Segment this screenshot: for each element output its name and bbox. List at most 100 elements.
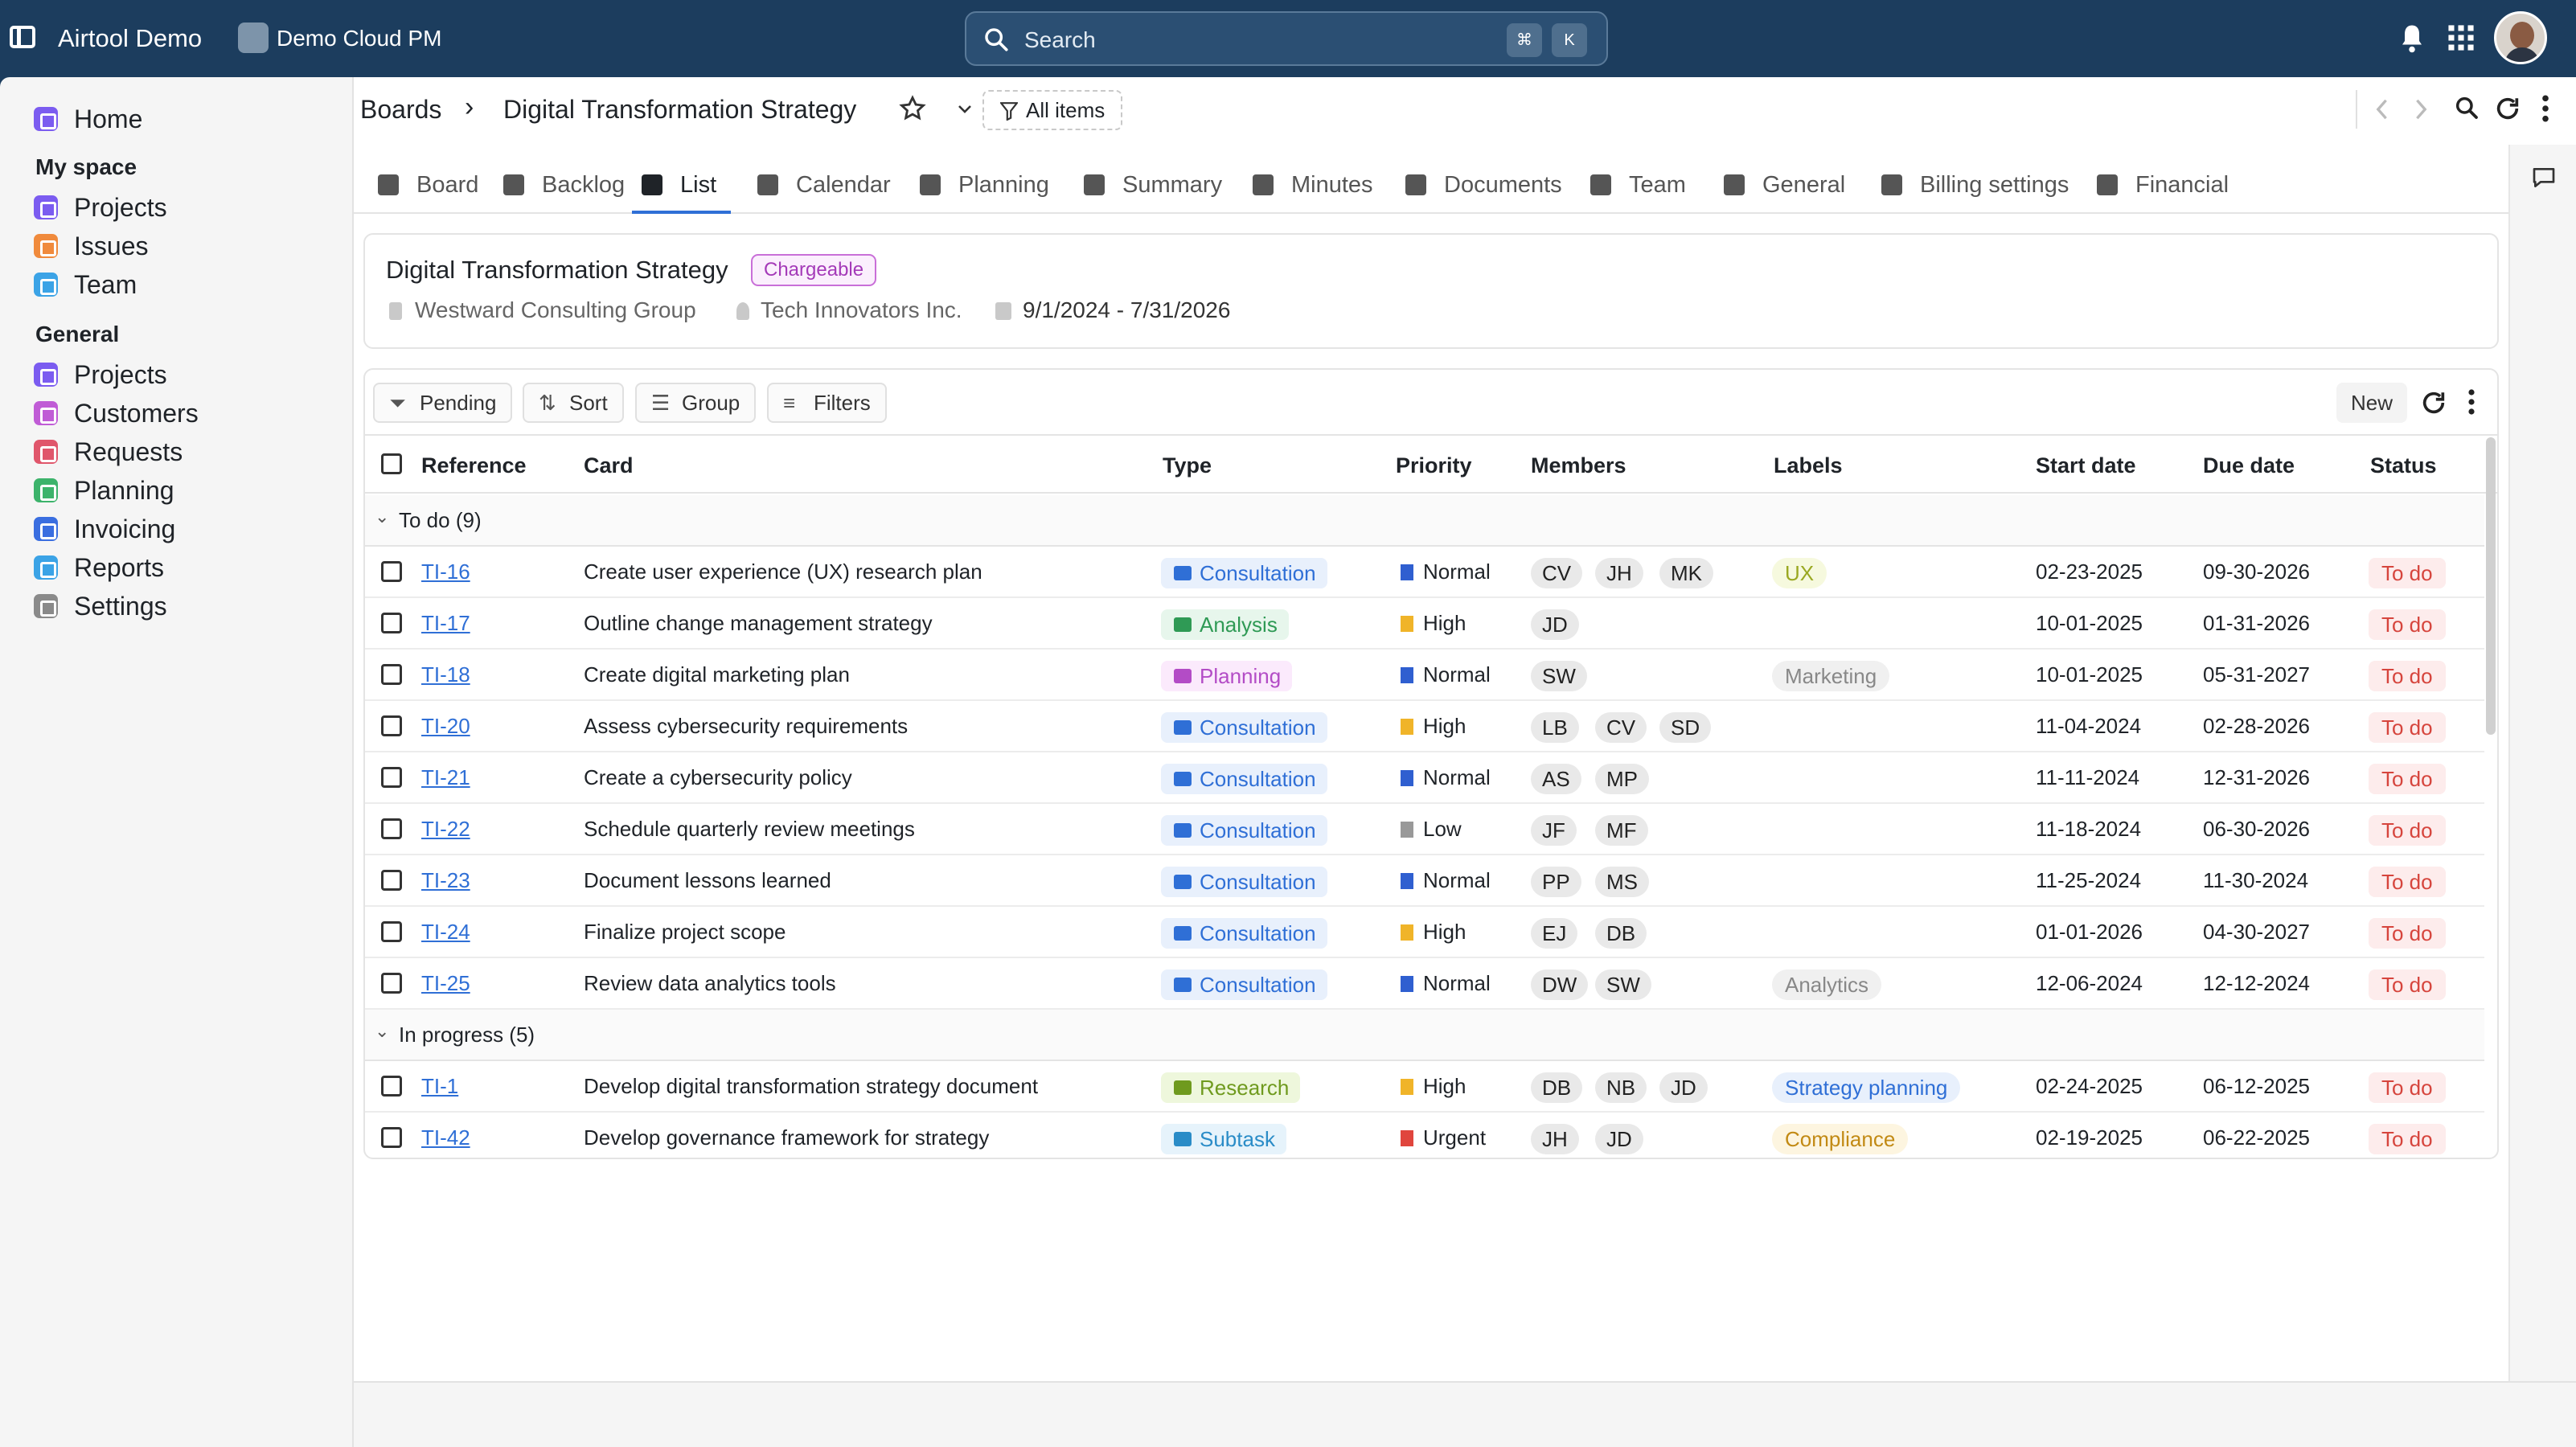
column-header-due-date[interactable]: Due date	[2203, 453, 2295, 478]
sidebar-item-home[interactable]: Home	[34, 101, 142, 137]
status-badge[interactable]: To do	[2369, 558, 2446, 588]
column-header-status[interactable]: Status	[2370, 453, 2437, 478]
member-avatar[interactable]: MS	[1595, 867, 1649, 897]
chevron-down-icon[interactable]	[954, 100, 976, 119]
bell-icon[interactable]	[2398, 23, 2426, 55]
tab-summary[interactable]: Summary	[1084, 169, 1222, 201]
row-checkbox[interactable]	[381, 818, 402, 839]
sidebar-item-general-customers[interactable]: Customers	[34, 396, 199, 431]
table-row[interactable]: TI-21 Create a cybersecurity policy Consul…	[365, 752, 2484, 804]
member-avatar[interactable]: JH	[1531, 1124, 1579, 1154]
card-title[interactable]: Assess cybersecurity requirements	[584, 714, 908, 739]
status-badge[interactable]: To do	[2369, 918, 2446, 949]
tab-planning[interactable]: Planning	[920, 169, 1049, 201]
sidebar-item-myspace-issues[interactable]: Issues	[34, 228, 148, 264]
breadcrumb-boards[interactable]: Boards	[360, 95, 441, 125]
group-header[interactable]: ⌄ To do (9)	[365, 495, 2484, 547]
card-title[interactable]: Create user experience (UX) research pla…	[584, 560, 982, 584]
member-avatar[interactable]: JF	[1531, 815, 1577, 846]
row-checkbox[interactable]	[381, 973, 402, 994]
status-badge[interactable]: To do	[2369, 867, 2446, 897]
row-checkbox[interactable]	[381, 561, 402, 582]
group-header[interactable]: ⌄ In progress (5)	[365, 1010, 2484, 1061]
chevron-right-icon[interactable]	[2412, 98, 2431, 121]
contact-name[interactable]: Tech Innovators Inc.	[761, 297, 962, 323]
client-name[interactable]: Westward Consulting Group	[415, 297, 696, 323]
apps-grid-icon[interactable]	[2447, 24, 2475, 51]
scrollbar[interactable]	[2486, 437, 2496, 735]
card-reference-link[interactable]: TI-25	[421, 971, 470, 996]
sidebar-item-general-projects[interactable]: Projects	[34, 357, 167, 392]
refresh-icon[interactable]	[2420, 389, 2447, 416]
sidebar-item-myspace-team[interactable]: Team	[34, 267, 137, 302]
user-avatar[interactable]	[2494, 11, 2547, 64]
card-title[interactable]: Create a cybersecurity policy	[584, 765, 852, 790]
sidebar-item-general-settings[interactable]: Settings	[34, 588, 167, 624]
comment-icon[interactable]	[2531, 166, 2557, 190]
member-avatar[interactable]: JD	[1595, 1124, 1643, 1154]
member-avatar[interactable]: SW	[1595, 969, 1651, 1000]
column-header-card[interactable]: Card	[584, 453, 634, 478]
sidebar-item-general-requests[interactable]: Requests	[34, 434, 183, 469]
column-header-type[interactable]: Type	[1163, 453, 1212, 478]
card-title[interactable]: Create digital marketing plan	[584, 662, 850, 687]
refresh-icon[interactable]	[2494, 95, 2521, 122]
card-title[interactable]: Outline change management strategy	[584, 611, 933, 636]
table-row[interactable]: TI-25 Review data analytics tools Consulta…	[365, 958, 2484, 1010]
member-avatar[interactable]: DB	[1531, 1072, 1583, 1103]
card-reference-link[interactable]: TI-23	[421, 868, 470, 893]
tab-board[interactable]: Board	[378, 169, 478, 201]
member-avatar[interactable]: PP	[1531, 867, 1581, 897]
member-avatar[interactable]: DB	[1595, 918, 1647, 949]
card-reference-link[interactable]: TI-42	[421, 1125, 470, 1150]
member-avatar[interactable]: AS	[1531, 764, 1581, 794]
table-row[interactable]: TI-20 Assess cybersecurity requirements Co…	[365, 701, 2484, 752]
column-header-members[interactable]: Members	[1531, 453, 1626, 478]
column-header-labels[interactable]: Labels	[1774, 453, 1843, 478]
member-avatar[interactable]: SD	[1659, 712, 1712, 743]
member-avatar[interactable]: LB	[1531, 712, 1579, 743]
tab-documents[interactable]: Documents	[1405, 169, 1562, 201]
tab-list[interactable]: List	[631, 169, 732, 214]
tab-minutes[interactable]: Minutes	[1253, 169, 1373, 201]
row-checkbox[interactable]	[381, 664, 402, 685]
card-title[interactable]: Review data analytics tools	[584, 971, 836, 996]
sidebar-item-general-planning[interactable]: Planning	[34, 473, 174, 508]
card-reference-link[interactable]: TI-17	[421, 611, 470, 636]
table-row[interactable]: TI-1 Develop digital transformation strat…	[365, 1061, 2484, 1113]
star-icon[interactable]	[899, 95, 926, 122]
status-badge[interactable]: To do	[2369, 969, 2446, 1000]
member-avatar[interactable]: EJ	[1531, 918, 1578, 949]
status-badge[interactable]: To do	[2369, 1124, 2446, 1154]
card-reference-link[interactable]: TI-18	[421, 662, 470, 687]
member-avatar[interactable]: DW	[1531, 969, 1589, 1000]
card-reference-link[interactable]: TI-24	[421, 920, 470, 945]
search-icon[interactable]	[2454, 95, 2480, 121]
row-checkbox[interactable]	[381, 921, 402, 942]
filters-button[interactable]: ≡ Filters	[767, 383, 887, 423]
card-title[interactable]: Develop governance framework for strateg…	[584, 1125, 989, 1150]
tab-billing-settings[interactable]: Billing settings	[1881, 169, 2069, 201]
card-reference-link[interactable]: TI-1	[421, 1074, 458, 1099]
member-avatar[interactable]: MP	[1595, 764, 1649, 794]
card-title[interactable]: Document lessons learned	[584, 868, 831, 893]
chevron-left-icon[interactable]	[2372, 98, 2391, 121]
status-badge[interactable]: To do	[2369, 609, 2446, 640]
tab-calendar[interactable]: Calendar	[757, 169, 891, 201]
member-avatar[interactable]: CV	[1531, 558, 1583, 588]
row-checkbox[interactable]	[381, 1127, 402, 1148]
search-input[interactable]: Search ⌘ K	[965, 11, 1608, 66]
card-reference-link[interactable]: TI-20	[421, 714, 470, 739]
member-avatar[interactable]: MF	[1595, 815, 1648, 846]
table-row[interactable]: TI-42 Develop governance framework for st…	[365, 1113, 2484, 1158]
member-avatar[interactable]: JH	[1595, 558, 1643, 588]
card-title[interactable]: Finalize project scope	[584, 920, 786, 945]
sort-button[interactable]: ⇅ Sort	[523, 383, 624, 423]
table-row[interactable]: TI-22 Schedule quarterly review meetings C…	[365, 804, 2484, 855]
row-checkbox[interactable]	[381, 767, 402, 788]
chevron-down-icon[interactable]: ⌄	[375, 506, 389, 527]
tab-financial[interactable]: Financial	[2097, 169, 2229, 201]
column-header-start-date[interactable]: Start date	[2036, 453, 2136, 478]
workspace-name[interactable]: Airtool Demo	[58, 24, 202, 53]
more-vertical-icon[interactable]	[2467, 387, 2476, 416]
